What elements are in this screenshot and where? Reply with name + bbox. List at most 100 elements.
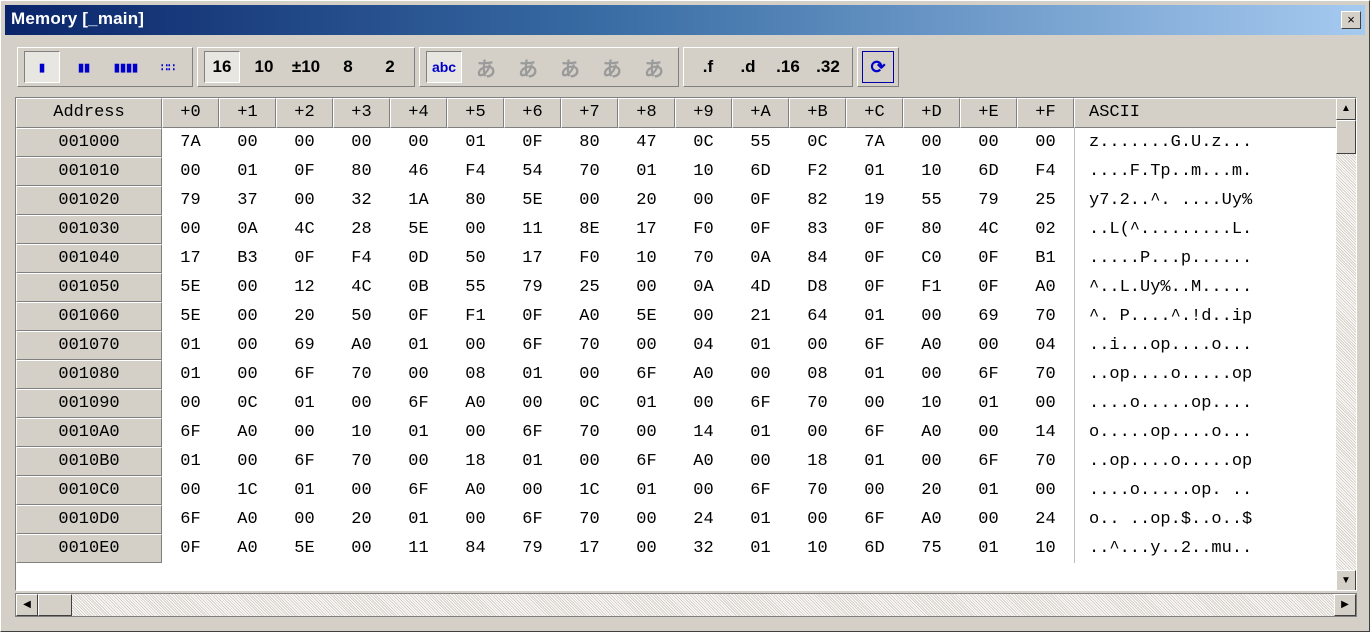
text-jp-2-button[interactable]: あ [510,51,546,83]
byte-cell[interactable]: 01 [390,505,447,534]
byte-cell[interactable]: 00 [561,186,618,215]
byte-cell[interactable]: 00 [675,389,732,418]
address-cell[interactable]: 001040 [16,244,162,273]
byte-cell[interactable]: 6D [960,157,1017,186]
byte-cell[interactable]: 01 [732,331,789,360]
byte-cell[interactable]: 01 [846,447,903,476]
byte-cell[interactable]: 00 [219,128,276,157]
byte-cell[interactable]: 70 [1017,360,1074,389]
byte-cell[interactable]: 0F [162,534,219,563]
byte-cell[interactable]: 6F [390,389,447,418]
byte-cell[interactable]: 08 [789,360,846,389]
byte-cell[interactable]: 01 [846,302,903,331]
vertical-scrollbar[interactable]: ▲ ▼ [1336,98,1356,590]
byte-cell[interactable]: 0F [960,273,1017,302]
byte-cell[interactable]: 20 [276,302,333,331]
byte-cell[interactable]: 46 [390,157,447,186]
byte-cell[interactable]: 17 [504,244,561,273]
horizontal-scrollbar[interactable]: ◀ ▶ [15,593,1357,617]
byte-cell[interactable]: 70 [789,476,846,505]
ascii-cell[interactable]: ^. P....^.!d..ip [1074,302,1338,331]
byte-offset-header[interactable]: +5 [447,98,504,128]
width-1-button[interactable]: ▮ [24,51,60,83]
address-cell[interactable]: 001060 [16,302,162,331]
ascii-cell[interactable]: ..i...op....o... [1074,331,1338,360]
byte-cell[interactable]: 00 [447,331,504,360]
horizontal-scroll-thumb[interactable] [38,594,72,616]
width-4-button[interactable]: ▮▮▮▮ [108,51,144,83]
scroll-left-button[interactable]: ◀ [16,594,38,616]
byte-cell[interactable]: 11 [390,534,447,563]
byte-cell[interactable]: 25 [561,273,618,302]
byte-cell[interactable]: 01 [618,389,675,418]
byte-cell[interactable]: 00 [162,157,219,186]
address-cell[interactable]: 001010 [16,157,162,186]
byte-cell[interactable]: 54 [504,157,561,186]
byte-cell[interactable]: 69 [960,302,1017,331]
byte-cell[interactable]: 00 [276,505,333,534]
address-header[interactable]: Address [16,98,162,128]
byte-cell[interactable]: 79 [960,186,1017,215]
byte-cell[interactable]: 0C [219,389,276,418]
byte-cell[interactable]: 00 [219,331,276,360]
byte-cell[interactable]: 01 [960,389,1017,418]
ascii-cell[interactable]: ^..L.Uy%..M..... [1074,273,1338,302]
byte-cell[interactable]: 64 [789,302,846,331]
byte-cell[interactable]: 08 [447,360,504,389]
address-cell[interactable]: 001070 [16,331,162,360]
byte-cell[interactable]: 4C [276,215,333,244]
byte-cell[interactable]: 0D [390,244,447,273]
byte-cell[interactable]: 00 [447,215,504,244]
byte-cell[interactable]: 0F [732,186,789,215]
byte-cell[interactable]: 70 [675,244,732,273]
byte-cell[interactable]: 28 [333,215,390,244]
byte-cell[interactable]: 00 [447,505,504,534]
byte-cell[interactable]: 0F [960,244,1017,273]
byte-cell[interactable]: 6F [618,360,675,389]
byte-cell[interactable]: 0C [789,128,846,157]
byte-cell[interactable]: A0 [447,389,504,418]
byte-offset-header[interactable]: +D [903,98,960,128]
byte-cell[interactable]: 4C [960,215,1017,244]
byte-cell[interactable]: 01 [732,534,789,563]
byte-cell[interactable]: 0F [504,128,561,157]
byte-cell[interactable]: 6F [504,418,561,447]
byte-cell[interactable]: 12 [276,273,333,302]
byte-cell[interactable]: 0C [675,128,732,157]
byte-offset-header[interactable]: +6 [504,98,561,128]
byte-cell[interactable]: 0F [504,302,561,331]
byte-cell[interactable]: 11 [504,215,561,244]
ascii-cell[interactable]: ..^...y..2..mu.. [1074,534,1338,563]
byte-cell[interactable]: A0 [675,360,732,389]
byte-cell[interactable]: 6F [846,418,903,447]
byte-cell[interactable]: A0 [903,331,960,360]
byte-cell[interactable]: 00 [1017,389,1074,418]
byte-cell[interactable]: 01 [219,157,276,186]
byte-cell[interactable]: 55 [732,128,789,157]
byte-cell[interactable]: 00 [960,331,1017,360]
address-cell[interactable]: 001050 [16,273,162,302]
byte-cell[interactable]: 69 [276,331,333,360]
float-d-button[interactable]: .d [730,51,766,83]
byte-cell[interactable]: 00 [903,447,960,476]
byte-cell[interactable]: 01 [960,476,1017,505]
byte-cell[interactable]: 84 [447,534,504,563]
address-cell[interactable]: 0010A0 [16,418,162,447]
byte-cell[interactable]: 00 [618,534,675,563]
byte-cell[interactable]: 10 [333,418,390,447]
byte-cell[interactable]: 0A [219,215,276,244]
byte-cell[interactable]: 6F [846,331,903,360]
byte-cell[interactable]: 80 [447,186,504,215]
byte-cell[interactable]: 00 [846,476,903,505]
byte-cell[interactable]: 00 [162,215,219,244]
byte-cell[interactable]: 6F [960,360,1017,389]
address-cell[interactable]: 0010D0 [16,505,162,534]
byte-cell[interactable]: 6D [732,157,789,186]
byte-cell[interactable]: 00 [447,418,504,447]
byte-cell[interactable]: 00 [846,389,903,418]
byte-cell[interactable]: 00 [276,128,333,157]
byte-cell[interactable]: 04 [1017,331,1074,360]
byte-cell[interactable]: 19 [846,186,903,215]
byte-cell[interactable]: 01 [390,418,447,447]
byte-cell[interactable]: 1C [561,476,618,505]
